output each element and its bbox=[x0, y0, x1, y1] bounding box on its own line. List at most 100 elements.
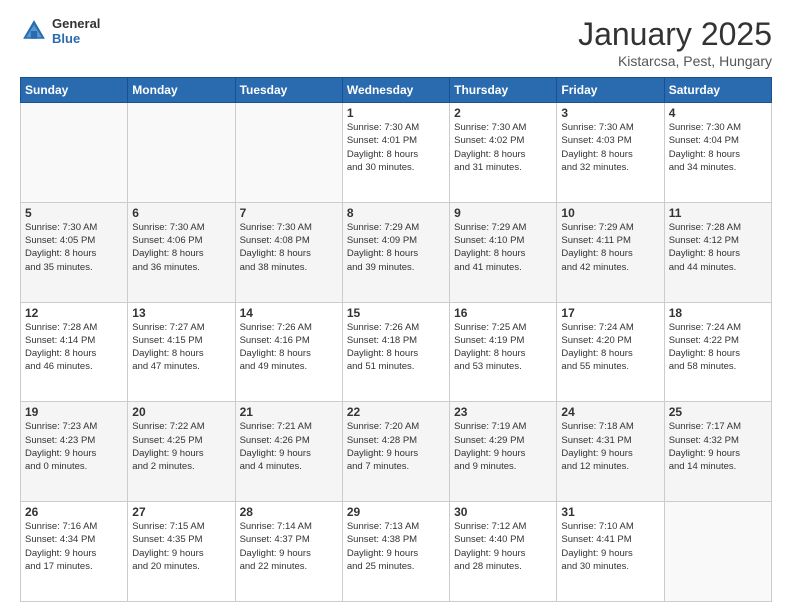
calendar-table: Sunday Monday Tuesday Wednesday Thursday… bbox=[20, 77, 772, 602]
calendar-week-1: 5Sunrise: 7:30 AM Sunset: 4:05 PM Daylig… bbox=[21, 202, 772, 302]
day-number: 7 bbox=[240, 206, 338, 220]
col-tuesday: Tuesday bbox=[235, 78, 342, 103]
calendar-cell: 2Sunrise: 7:30 AM Sunset: 4:02 PM Daylig… bbox=[450, 103, 557, 203]
calendar-cell bbox=[664, 502, 771, 602]
calendar-cell: 27Sunrise: 7:15 AM Sunset: 4:35 PM Dayli… bbox=[128, 502, 235, 602]
day-info: Sunrise: 7:19 AM Sunset: 4:29 PM Dayligh… bbox=[454, 420, 552, 473]
subtitle: Kistarcsa, Pest, Hungary bbox=[578, 53, 772, 69]
day-number: 13 bbox=[132, 306, 230, 320]
day-info: Sunrise: 7:30 AM Sunset: 4:03 PM Dayligh… bbox=[561, 121, 659, 174]
day-info: Sunrise: 7:25 AM Sunset: 4:19 PM Dayligh… bbox=[454, 321, 552, 374]
day-number: 30 bbox=[454, 505, 552, 519]
day-number: 2 bbox=[454, 106, 552, 120]
day-info: Sunrise: 7:24 AM Sunset: 4:20 PM Dayligh… bbox=[561, 321, 659, 374]
day-number: 18 bbox=[669, 306, 767, 320]
calendar-cell bbox=[128, 103, 235, 203]
header-row: Sunday Monday Tuesday Wednesday Thursday… bbox=[21, 78, 772, 103]
title-block: January 2025 Kistarcsa, Pest, Hungary bbox=[578, 16, 772, 69]
calendar-cell: 13Sunrise: 7:27 AM Sunset: 4:15 PM Dayli… bbox=[128, 302, 235, 402]
col-thursday: Thursday bbox=[450, 78, 557, 103]
day-number: 22 bbox=[347, 405, 445, 419]
day-info: Sunrise: 7:30 AM Sunset: 4:05 PM Dayligh… bbox=[25, 221, 123, 274]
day-number: 26 bbox=[25, 505, 123, 519]
day-number: 1 bbox=[347, 106, 445, 120]
calendar-cell bbox=[235, 103, 342, 203]
day-number: 24 bbox=[561, 405, 659, 419]
day-number: 9 bbox=[454, 206, 552, 220]
day-info: Sunrise: 7:20 AM Sunset: 4:28 PM Dayligh… bbox=[347, 420, 445, 473]
calendar-cell: 5Sunrise: 7:30 AM Sunset: 4:05 PM Daylig… bbox=[21, 202, 128, 302]
col-monday: Monday bbox=[128, 78, 235, 103]
calendar-cell: 23Sunrise: 7:19 AM Sunset: 4:29 PM Dayli… bbox=[450, 402, 557, 502]
day-info: Sunrise: 7:13 AM Sunset: 4:38 PM Dayligh… bbox=[347, 520, 445, 573]
calendar-week-2: 12Sunrise: 7:28 AM Sunset: 4:14 PM Dayli… bbox=[21, 302, 772, 402]
day-number: 21 bbox=[240, 405, 338, 419]
day-info: Sunrise: 7:26 AM Sunset: 4:16 PM Dayligh… bbox=[240, 321, 338, 374]
day-number: 10 bbox=[561, 206, 659, 220]
logo-general-text: General bbox=[52, 16, 100, 31]
day-info: Sunrise: 7:10 AM Sunset: 4:41 PM Dayligh… bbox=[561, 520, 659, 573]
day-number: 20 bbox=[132, 405, 230, 419]
day-number: 14 bbox=[240, 306, 338, 320]
calendar-cell: 19Sunrise: 7:23 AM Sunset: 4:23 PM Dayli… bbox=[21, 402, 128, 502]
day-number: 8 bbox=[347, 206, 445, 220]
day-number: 29 bbox=[347, 505, 445, 519]
calendar-header: Sunday Monday Tuesday Wednesday Thursday… bbox=[21, 78, 772, 103]
calendar-cell: 25Sunrise: 7:17 AM Sunset: 4:32 PM Dayli… bbox=[664, 402, 771, 502]
day-number: 31 bbox=[561, 505, 659, 519]
calendar-cell: 31Sunrise: 7:10 AM Sunset: 4:41 PM Dayli… bbox=[557, 502, 664, 602]
day-number: 25 bbox=[669, 405, 767, 419]
col-sunday: Sunday bbox=[21, 78, 128, 103]
calendar-cell: 6Sunrise: 7:30 AM Sunset: 4:06 PM Daylig… bbox=[128, 202, 235, 302]
day-number: 27 bbox=[132, 505, 230, 519]
day-info: Sunrise: 7:22 AM Sunset: 4:25 PM Dayligh… bbox=[132, 420, 230, 473]
col-friday: Friday bbox=[557, 78, 664, 103]
day-info: Sunrise: 7:17 AM Sunset: 4:32 PM Dayligh… bbox=[669, 420, 767, 473]
day-number: 4 bbox=[669, 106, 767, 120]
logo: General Blue bbox=[20, 16, 100, 46]
day-number: 11 bbox=[669, 206, 767, 220]
logo-text: General Blue bbox=[52, 16, 100, 46]
calendar-cell: 10Sunrise: 7:29 AM Sunset: 4:11 PM Dayli… bbox=[557, 202, 664, 302]
day-info: Sunrise: 7:16 AM Sunset: 4:34 PM Dayligh… bbox=[25, 520, 123, 573]
day-info: Sunrise: 7:30 AM Sunset: 4:06 PM Dayligh… bbox=[132, 221, 230, 274]
day-info: Sunrise: 7:15 AM Sunset: 4:35 PM Dayligh… bbox=[132, 520, 230, 573]
day-info: Sunrise: 7:14 AM Sunset: 4:37 PM Dayligh… bbox=[240, 520, 338, 573]
day-info: Sunrise: 7:29 AM Sunset: 4:09 PM Dayligh… bbox=[347, 221, 445, 274]
day-info: Sunrise: 7:12 AM Sunset: 4:40 PM Dayligh… bbox=[454, 520, 552, 573]
header: General Blue January 2025 Kistarcsa, Pes… bbox=[20, 16, 772, 69]
day-info: Sunrise: 7:18 AM Sunset: 4:31 PM Dayligh… bbox=[561, 420, 659, 473]
calendar-cell: 29Sunrise: 7:13 AM Sunset: 4:38 PM Dayli… bbox=[342, 502, 449, 602]
day-number: 28 bbox=[240, 505, 338, 519]
calendar-cell: 24Sunrise: 7:18 AM Sunset: 4:31 PM Dayli… bbox=[557, 402, 664, 502]
day-info: Sunrise: 7:30 AM Sunset: 4:04 PM Dayligh… bbox=[669, 121, 767, 174]
day-number: 6 bbox=[132, 206, 230, 220]
logo-blue-text: Blue bbox=[52, 31, 100, 46]
calendar-cell: 26Sunrise: 7:16 AM Sunset: 4:34 PM Dayli… bbox=[21, 502, 128, 602]
calendar-cell: 7Sunrise: 7:30 AM Sunset: 4:08 PM Daylig… bbox=[235, 202, 342, 302]
day-info: Sunrise: 7:28 AM Sunset: 4:14 PM Dayligh… bbox=[25, 321, 123, 374]
calendar-week-4: 26Sunrise: 7:16 AM Sunset: 4:34 PM Dayli… bbox=[21, 502, 772, 602]
calendar-cell: 15Sunrise: 7:26 AM Sunset: 4:18 PM Dayli… bbox=[342, 302, 449, 402]
calendar-cell bbox=[21, 103, 128, 203]
calendar-cell: 16Sunrise: 7:25 AM Sunset: 4:19 PM Dayli… bbox=[450, 302, 557, 402]
calendar-cell: 22Sunrise: 7:20 AM Sunset: 4:28 PM Dayli… bbox=[342, 402, 449, 502]
day-info: Sunrise: 7:21 AM Sunset: 4:26 PM Dayligh… bbox=[240, 420, 338, 473]
day-info: Sunrise: 7:30 AM Sunset: 4:02 PM Dayligh… bbox=[454, 121, 552, 174]
day-info: Sunrise: 7:28 AM Sunset: 4:12 PM Dayligh… bbox=[669, 221, 767, 274]
calendar-cell: 30Sunrise: 7:12 AM Sunset: 4:40 PM Dayli… bbox=[450, 502, 557, 602]
calendar-cell: 12Sunrise: 7:28 AM Sunset: 4:14 PM Dayli… bbox=[21, 302, 128, 402]
logo-icon bbox=[20, 17, 48, 45]
col-wednesday: Wednesday bbox=[342, 78, 449, 103]
calendar-cell: 14Sunrise: 7:26 AM Sunset: 4:16 PM Dayli… bbox=[235, 302, 342, 402]
calendar-body: 1Sunrise: 7:30 AM Sunset: 4:01 PM Daylig… bbox=[21, 103, 772, 602]
calendar-week-3: 19Sunrise: 7:23 AM Sunset: 4:23 PM Dayli… bbox=[21, 402, 772, 502]
day-info: Sunrise: 7:23 AM Sunset: 4:23 PM Dayligh… bbox=[25, 420, 123, 473]
day-info: Sunrise: 7:27 AM Sunset: 4:15 PM Dayligh… bbox=[132, 321, 230, 374]
day-number: 17 bbox=[561, 306, 659, 320]
day-number: 16 bbox=[454, 306, 552, 320]
calendar-week-0: 1Sunrise: 7:30 AM Sunset: 4:01 PM Daylig… bbox=[21, 103, 772, 203]
day-number: 23 bbox=[454, 405, 552, 419]
calendar-cell: 8Sunrise: 7:29 AM Sunset: 4:09 PM Daylig… bbox=[342, 202, 449, 302]
day-number: 3 bbox=[561, 106, 659, 120]
